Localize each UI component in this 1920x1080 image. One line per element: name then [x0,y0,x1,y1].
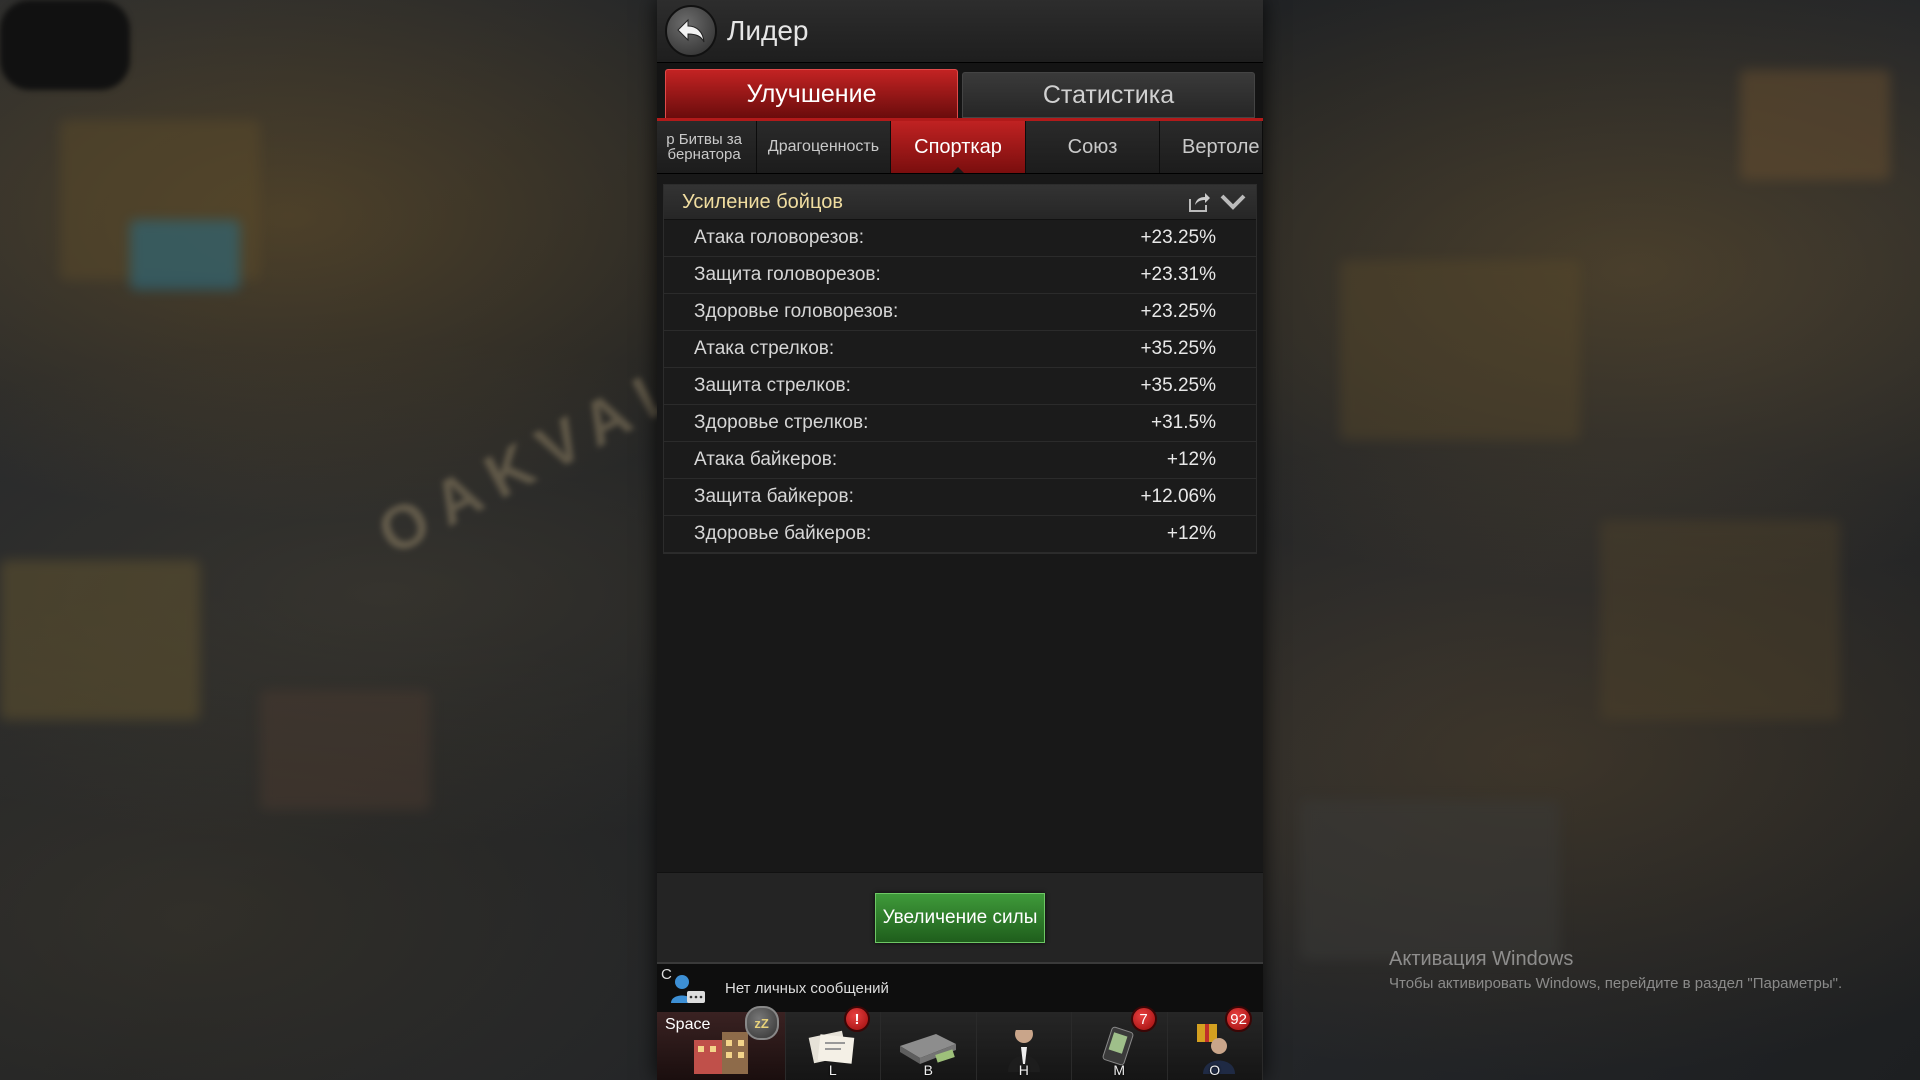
windows-activation-hint: Чтобы активировать Windows, перейдите в … [1389,975,1843,992]
offers-count-badge: 92 [1225,1006,1252,1032]
section-title: Усиление бойцов [682,190,843,213]
chevron-down-icon [1220,194,1246,210]
stat-label: Защита головорезов: [694,264,881,285]
chat-icon[interactable] [667,969,709,1007]
stat-value: +35.25% [1140,338,1216,359]
stat-value: +23.25% [1140,227,1216,248]
stat-label: Здоровье стрелков: [694,412,869,433]
back-arrow-icon [677,18,705,43]
windows-activation-watermark: Активация Windows Чтобы активировать Win… [1389,948,1842,992]
stat-label: Защита стрелков: [694,375,851,396]
stat-label: Атака головорезов: [694,227,865,248]
bg-building [0,560,200,720]
user-message-icon [671,975,705,1003]
hotkey-label: O [1209,1062,1221,1078]
bank-button[interactable]: B [881,1012,977,1080]
subtab-jewel[interactable]: Драгоценность [757,121,891,173]
tab-statistics[interactable]: Статистика [962,72,1255,118]
stat-label: Защита байкеров: [694,486,854,507]
stat-row: Атака стрелков: +35.25% [664,331,1256,368]
windows-activation-title: Активация Windows [1389,948,1574,970]
stat-row: Здоровье байкеров: +12% [664,516,1256,553]
stat-row: Защита головорезов: +23.31% [664,257,1256,294]
back-button[interactable] [665,5,717,57]
stat-row: Здоровье стрелков: +31.5% [664,405,1256,442]
bottom-toolbar: Space zZ L ! B H M 7 O 92 [657,1006,1263,1080]
share-icon [1189,193,1210,212]
sleep-badge: zZ [744,1006,779,1040]
mail-count-badge: 7 [1130,1006,1157,1032]
bg-pool [130,220,240,290]
mail-button[interactable]: M 7 [1072,1006,1168,1080]
section-header[interactable]: Усиление бойцов [664,185,1256,220]
stat-value: +31.5% [1151,412,1216,433]
subtabs: р Битвы за бернатора Драгоценность Спорт… [657,121,1263,174]
subtab-sportscar[interactable]: Спорткар [891,121,1026,173]
chat-bar[interactable]: C Нет личных сообщений [657,962,1263,1012]
bg-building [1340,260,1580,440]
subtab-alliance[interactable]: Союз [1026,121,1160,173]
collapse-button[interactable] [1216,187,1250,217]
stat-value: +12% [1166,523,1216,544]
offers-button[interactable]: O 92 [1167,1006,1263,1080]
panel-header: Лидер [657,0,1263,63]
chat-status-text: Нет личных сообщений [725,979,889,997]
stat-row: Атака байкеров: +12% [664,442,1256,479]
stat-label: Здоровье головорезов: [694,301,899,322]
stat-row: Защита байкеров: +12.06% [664,479,1256,516]
stat-row: Атака головорезов: +23.25% [664,220,1256,257]
stat-row: Здоровье головорезов: +23.25% [664,294,1256,331]
stat-value: +12.06% [1140,486,1216,507]
stat-value: +35.25% [1140,375,1216,396]
heroes-button[interactable]: H [976,1012,1073,1080]
hotkey-label: L [828,1062,837,1078]
stat-row: Защита стрелков: +35.25% [664,368,1256,405]
hotkey-label: M [1113,1062,1126,1078]
leader-panel: Лидер Улучшение Статистика р Битвы за бе… [657,0,1263,1080]
bg-building [1600,520,1840,720]
alert-badge: ! [844,1006,871,1032]
stat-list: Атака головорезов: +23.25% Защита головор… [664,220,1256,553]
share-button[interactable] [1182,187,1216,217]
tasks-button[interactable]: L ! [785,1006,882,1080]
chat-channel-letter: C [661,966,672,983]
page-title: Лидер [727,15,809,46]
bg-building [1300,800,1560,960]
scribble-redaction [0,0,130,90]
fighters-boost-section: Усиление бойцов Атака головорезов: +23.25… [663,184,1257,554]
hotkey-label: H [1018,1062,1029,1078]
stat-label: Атака байкеров: [694,449,838,470]
tab-upgrade[interactable]: Улучшение [665,69,958,118]
stat-label: Атака стрелков: [694,338,835,359]
subtab-governor-battle[interactable]: р Битвы за бернатора [657,121,757,173]
subtab-helicopter[interactable]: Вертоле [1160,121,1263,173]
stat-label: Здоровье байкеров: [694,523,872,544]
space-key-label: Space [665,1016,711,1033]
base-button[interactable]: Space zZ [657,1006,786,1080]
stat-value: +23.31% [1140,264,1216,285]
action-bar: Увеличение силы [657,872,1263,963]
main-tabs: Улучшение Статистика [657,63,1263,121]
stat-value: +12% [1166,449,1216,470]
bg-building [1740,70,1890,180]
increase-power-button[interactable]: Увеличение силы [875,893,1045,943]
stat-value: +23.25% [1140,301,1216,322]
bg-building [260,690,430,810]
hotkey-label: B [923,1062,933,1078]
